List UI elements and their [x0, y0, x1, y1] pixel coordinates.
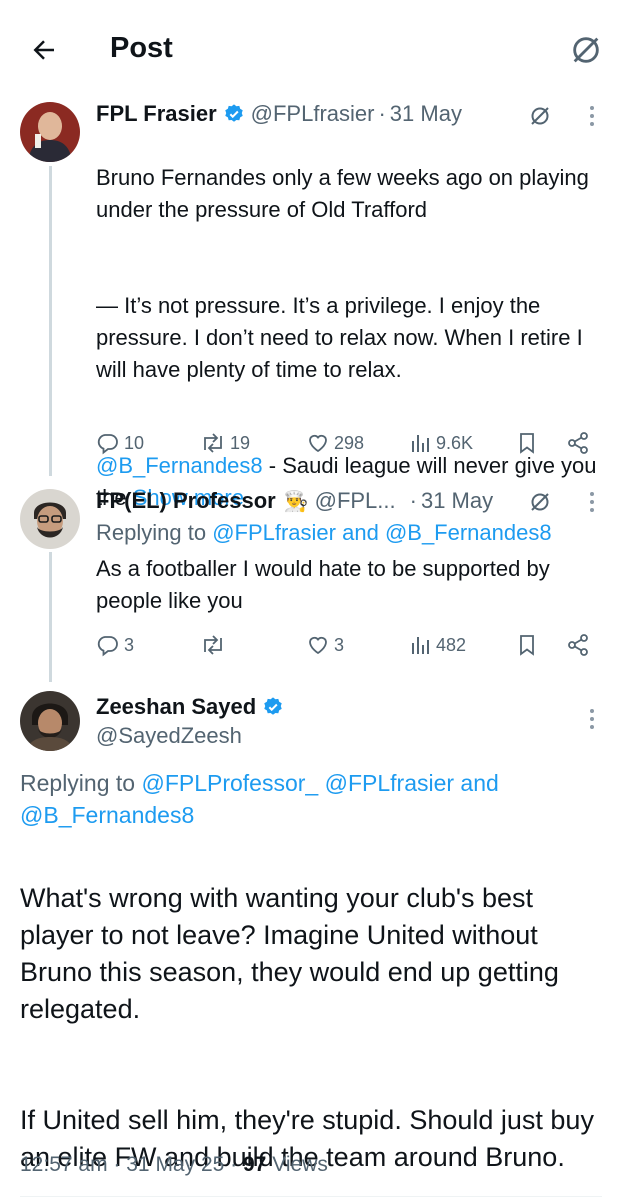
- thread-line: [49, 166, 52, 476]
- mention-link[interactable]: @B_Fernandes8: [20, 802, 194, 828]
- more-vertical-icon: [590, 106, 594, 126]
- tweet-header: Zeeshan Sayed: [96, 694, 284, 720]
- avatar-image: [20, 489, 80, 549]
- views-count: 482: [436, 634, 467, 655]
- separator-dot: ·: [230, 1153, 238, 1176]
- grok-button[interactable]: [524, 100, 556, 132]
- mention-link[interactable]: @FPLfrasier: [212, 520, 336, 545]
- views-chart-icon: [412, 435, 429, 452]
- avatar-image: [20, 102, 80, 162]
- more-vertical-icon: [590, 492, 594, 512]
- chef-emoji: 👨‍🍳: [283, 490, 309, 513]
- divider: [20, 1196, 602, 1197]
- post-time[interactable]: 12:57 am: [20, 1153, 108, 1176]
- separator-dot: ·: [113, 1153, 121, 1176]
- repost-count: 19: [230, 432, 251, 453]
- post-date[interactable]: 31 May: [421, 488, 493, 514]
- views-chart-icon: [412, 637, 429, 654]
- arrow-left-icon: [33, 40, 54, 60]
- author-handle[interactable]: @FPL...: [315, 488, 396, 514]
- thread-line: [49, 552, 52, 682]
- replying-prefix: Replying to: [96, 520, 213, 545]
- author-name[interactable]: FP(EL) Professor: [96, 488, 276, 514]
- action-bar: 3 3 482: [96, 627, 596, 663]
- author-handle-row: @SayedZeesh: [96, 723, 242, 749]
- repost-icon: [204, 635, 222, 655]
- reply-button[interactable]: 10: [96, 431, 144, 455]
- views-count[interactable]: 97: [243, 1153, 266, 1176]
- separator-dot: ·: [378, 101, 386, 126]
- author-handle[interactable]: @SayedZeesh: [96, 723, 242, 749]
- avatar[interactable]: [20, 691, 80, 751]
- grok-slash-icon: [531, 493, 549, 511]
- post-paragraph: — It’s not pressure. It’s a privilege. I…: [96, 293, 583, 382]
- replying-and: and: [336, 520, 385, 545]
- verified-badge-icon: [262, 696, 284, 718]
- heart-icon: [309, 636, 327, 655]
- bookmark-icon: [520, 635, 534, 656]
- more-options-button[interactable]: [578, 486, 606, 518]
- views-label: Views: [272, 1153, 328, 1176]
- share-button[interactable]: [566, 431, 590, 455]
- more-options-button[interactable]: [578, 100, 606, 132]
- views-button[interactable]: 482: [410, 633, 466, 657]
- grok-button[interactable]: [524, 486, 556, 518]
- post-date[interactable]: 31 May: [390, 101, 462, 127]
- reply-icon: [97, 636, 118, 657]
- tweet-header: FP(EL) Professor 👨‍🍳 @FPL... · 31 May: [96, 488, 493, 514]
- like-count: 298: [334, 432, 365, 453]
- page-title: Post: [110, 32, 173, 64]
- back-button[interactable]: [24, 30, 64, 70]
- like-button[interactable]: 3: [306, 633, 344, 657]
- reply-count: 3: [124, 634, 135, 655]
- replying-to: Replying to @FPLfrasier and @B_Fernandes…: [96, 517, 606, 549]
- like-button[interactable]: 298: [306, 431, 364, 455]
- post-text: What's wrong with wanting your club's be…: [20, 843, 610, 1200]
- avatar-image: [20, 691, 80, 751]
- bookmark-button[interactable]: [516, 633, 538, 657]
- reply-count: 10: [124, 432, 145, 453]
- replying-and: and: [454, 770, 499, 796]
- mention-link[interactable]: @FPLfrasier: [325, 770, 454, 796]
- post-date[interactable]: 31 May 25: [126, 1153, 224, 1176]
- author-handle[interactable]: @FPLfrasier: [251, 101, 375, 127]
- mention-link[interactable]: @FPLProfessor_: [141, 770, 318, 796]
- post-paragraph: Bruno Fernandes only a few weeks ago on …: [96, 165, 589, 222]
- repost-button[interactable]: [200, 633, 230, 657]
- share-icon: [568, 634, 588, 656]
- avatar[interactable]: [20, 102, 80, 162]
- repost-button[interactable]: 19: [200, 431, 250, 455]
- separator-dot: ·: [409, 488, 417, 513]
- author-name[interactable]: FPL Frasier: [96, 101, 217, 127]
- verified-badge-icon: [223, 103, 245, 125]
- share-button[interactable]: [566, 633, 590, 657]
- repost-icon: [204, 433, 222, 453]
- like-count: 3: [334, 634, 345, 655]
- post-paragraph: What's wrong with wanting your club's be…: [20, 883, 559, 1024]
- top-bar: Post: [0, 0, 622, 100]
- more-vertical-icon: [590, 709, 594, 729]
- action-bar: 10 19 298 9.6K: [96, 425, 596, 461]
- share-icon: [568, 432, 588, 454]
- bookmark-icon: [520, 433, 534, 454]
- grok-slash-icon: [573, 37, 599, 63]
- post-meta: 12:57 am · 31 May 25 · 97 Views: [20, 1153, 328, 1177]
- reply-icon: [97, 434, 118, 455]
- reply-button[interactable]: 3: [96, 633, 134, 657]
- views-button[interactable]: 9.6K: [410, 431, 473, 455]
- bookmark-button[interactable]: [516, 431, 538, 455]
- tweet-header: FPL Frasier @FPLfrasier · 31 May: [96, 101, 462, 127]
- grok-button[interactable]: [566, 30, 606, 70]
- replying-prefix: Replying to: [20, 770, 142, 796]
- post-text: As a footballer I would hate to be suppo…: [96, 556, 550, 613]
- mention-link[interactable]: @B_Fernandes8: [385, 520, 552, 545]
- replying-to: Replying to @FPLProfessor_ @FPLfrasier a…: [20, 767, 610, 831]
- views-count: 9.6K: [436, 432, 474, 453]
- grok-slash-icon: [531, 107, 549, 125]
- more-options-button[interactable]: [578, 703, 606, 735]
- avatar[interactable]: [20, 489, 80, 549]
- heart-icon: [309, 434, 327, 453]
- post-text: Bruno Fernandes only a few weeks ago on …: [96, 130, 602, 546]
- author-name[interactable]: Zeeshan Sayed: [96, 694, 256, 720]
